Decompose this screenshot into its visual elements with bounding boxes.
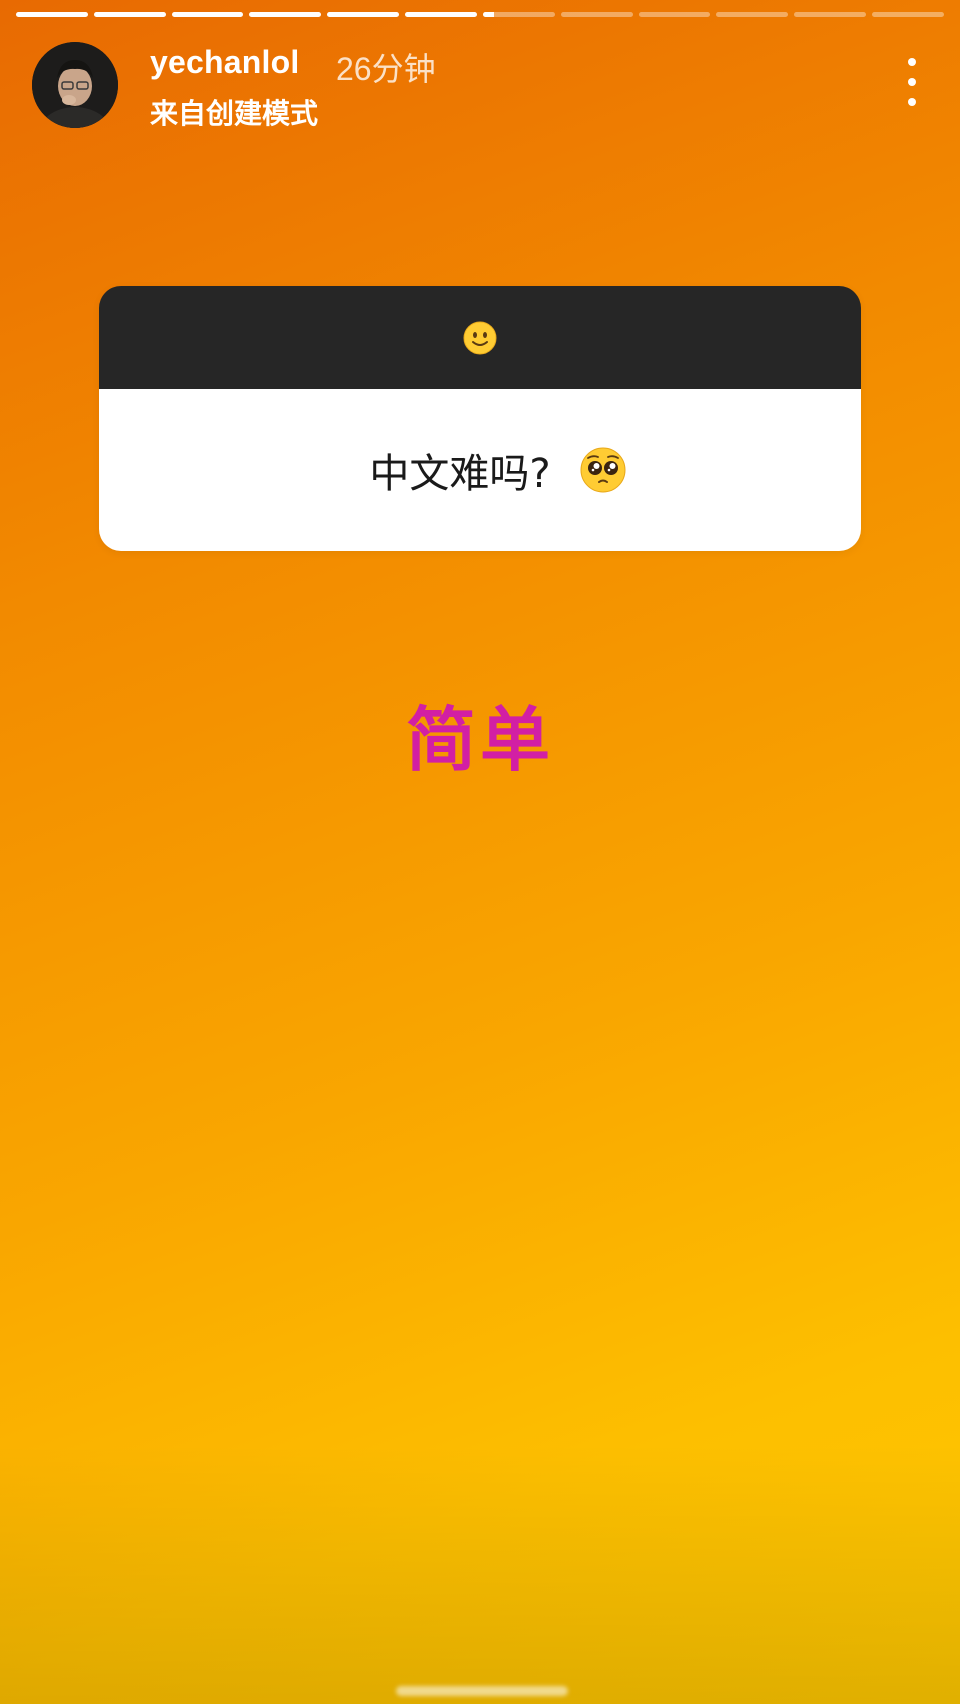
story-progress-segment [249, 12, 322, 17]
story-progress-fill [16, 12, 88, 17]
story-source-label[interactable]: 来自创建模式 [150, 92, 318, 132]
story-progress-segment [93, 12, 166, 17]
story-progress-bar [16, 12, 944, 17]
username[interactable]: yechanlol [150, 44, 299, 81]
story-progress-segment [794, 12, 867, 17]
question-sticker[interactable]: 中文难吗? [99, 286, 861, 551]
more-dot-1 [908, 58, 916, 66]
story-progress-segment [171, 12, 244, 17]
story-progress-segment [482, 12, 555, 17]
story-progress-fill [482, 12, 494, 17]
story-viewer[interactable]: yechanlol 26分钟 来自创建模式 中文难吗? 简单 [0, 0, 960, 1704]
story-progress-segment [16, 12, 88, 17]
more-dot-2 [908, 78, 916, 86]
story-progress-segment [405, 12, 477, 17]
story-progress-segment [872, 12, 944, 17]
story-progress-segment [560, 12, 633, 17]
story-progress-fill [405, 12, 477, 17]
blurred-watermark [396, 1686, 568, 1696]
story-progress-fill [171, 12, 244, 17]
avatar[interactable] [32, 42, 118, 128]
story-progress-segment [638, 12, 711, 17]
story-progress-segment [327, 12, 400, 17]
slightly-smiling-face-icon [463, 321, 497, 354]
pleading-face-icon [580, 447, 626, 493]
answer-text: 简单 [406, 699, 554, 781]
question-sticker-body: 中文难吗? [99, 389, 861, 551]
post-time: 26分钟 [336, 51, 436, 87]
story-header: yechanlol 26分钟 来自创建模式 [32, 40, 936, 130]
question-sticker-header [99, 286, 861, 389]
more-vertical-icon[interactable] [898, 58, 926, 106]
story-progress-segment [716, 12, 789, 17]
question-text: 中文难吗? [369, 451, 551, 497]
avatar-photo [32, 42, 118, 128]
story-progress-fill [327, 12, 400, 17]
story-progress-fill [93, 12, 166, 17]
more-dot-3 [908, 98, 916, 106]
story-progress-fill [249, 12, 322, 17]
bottom-shade [0, 1444, 960, 1704]
